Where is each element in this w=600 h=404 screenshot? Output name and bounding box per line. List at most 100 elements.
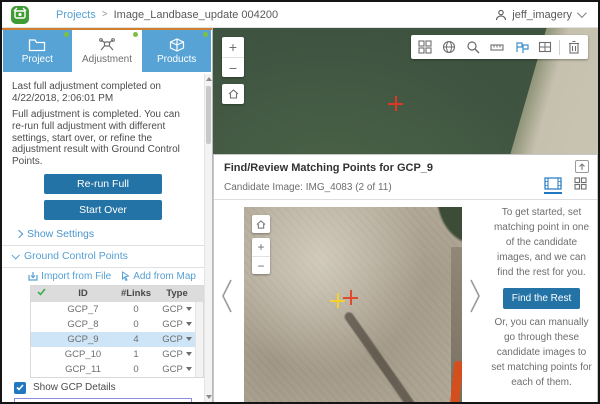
image-collection-icon[interactable]	[413, 35, 437, 59]
gcp-type: GCP	[162, 349, 183, 360]
show-settings-label: Show Settings	[27, 228, 94, 240]
table-row-selected[interactable]: GCP_9 4 GCP	[31, 332, 203, 347]
scrollbar-thumb[interactable]	[206, 86, 211, 144]
gcp-type: GCP	[162, 334, 183, 345]
ortho-maker-logo-icon	[10, 5, 30, 25]
candidate-image-viewer[interactable]: + −	[244, 207, 462, 402]
toolbar-separator	[559, 40, 560, 55]
table-row[interactable]: GCP_11 0 GCP	[31, 362, 203, 377]
gcp-id: GCP_11	[51, 364, 115, 375]
instruction-start-text: To get started, set matching point in on…	[490, 205, 593, 280]
find-the-rest-button[interactable]: Find the Rest	[503, 288, 580, 309]
table-row[interactable]: GCP_8 0 GCP	[31, 317, 203, 332]
matching-point-marker-red	[343, 290, 358, 305]
gcp-editor-icon[interactable]	[509, 35, 533, 59]
cube-icon	[169, 38, 185, 52]
page-title: Image_Landbase_update 004200	[114, 9, 279, 21]
gcp-type: GCP	[162, 319, 183, 330]
gcp-table: ID #Links Type GCP_7 0 GCP GCP_8 0 GCP	[30, 285, 204, 378]
viewer-zoom-out-button[interactable]: −	[252, 256, 270, 274]
left-panel: Project Adjustment Products Last full ad…	[2, 28, 213, 402]
breadcrumb-separator: >	[102, 9, 108, 20]
import-from-file-link[interactable]: Import from File	[28, 271, 111, 282]
delete-icon[interactable]	[562, 35, 586, 59]
gcp-id: GCP_7	[51, 304, 115, 315]
gcp-type: GCP	[162, 364, 183, 375]
adjustment-description: Full adjustment is completed. You can re…	[12, 109, 194, 168]
col-links[interactable]: #Links	[115, 288, 157, 299]
gcp-actions: Import from File Add from Map	[2, 271, 196, 282]
viewer-home-button[interactable]	[252, 215, 270, 233]
divider	[214, 199, 597, 200]
panel-tabs: Project Adjustment Products	[2, 28, 212, 72]
show-gcp-details-row: Show GCP Details	[14, 382, 204, 394]
breadcrumb-projects-link[interactable]: Projects	[56, 9, 96, 21]
active-view-indicator	[544, 192, 562, 194]
next-image-button[interactable]	[467, 275, 483, 322]
multi-view-grid-icon[interactable]	[533, 35, 557, 59]
type-dropdown-icon[interactable]	[186, 322, 192, 326]
col-type[interactable]: Type	[157, 288, 197, 299]
show-gcp-details-checkbox[interactable]	[14, 382, 26, 394]
home-icon	[256, 220, 266, 229]
matching-points-panel: Find/Review Matching Points for GCP_9 Ca…	[213, 154, 598, 402]
chevron-down-icon	[11, 251, 19, 259]
gcp-links-count: 0	[115, 304, 157, 315]
add-from-map-label: Add from Map	[133, 271, 196, 282]
tab-products[interactable]: Products	[142, 30, 211, 72]
map-canvas[interactable]: + − esri Find/Review Matching Points for…	[213, 28, 598, 402]
chevron-down-icon	[577, 8, 587, 18]
measure-icon[interactable]	[485, 35, 509, 59]
user-icon	[495, 9, 507, 21]
import-icon	[28, 271, 38, 281]
previous-image-button[interactable]	[219, 275, 235, 322]
import-from-file-label: Import from File	[41, 271, 111, 282]
status-dot	[64, 32, 69, 37]
table-row[interactable]: GCP_10 1 GCP	[31, 347, 203, 362]
user-menu[interactable]: jeff_imagery	[495, 9, 584, 21]
type-dropdown-icon[interactable]	[186, 352, 192, 356]
gcp-links-count: 0	[115, 319, 157, 330]
type-dropdown-icon[interactable]	[186, 367, 192, 371]
status-dot	[203, 32, 208, 37]
start-over-button[interactable]: Start Over	[44, 200, 162, 220]
breadcrumb: Projects > Image_Landbase_update 004200	[56, 9, 278, 21]
type-dropdown-icon[interactable]	[186, 337, 192, 341]
filmstrip-view-toggle[interactable]	[544, 177, 562, 194]
viewer-zoom-control: + −	[252, 238, 270, 274]
top-bar: Projects > Image_Landbase_update 004200 …	[2, 2, 598, 28]
tab-project[interactable]: Project	[3, 30, 72, 72]
grid-view-toggle[interactable]	[574, 177, 587, 190]
expand-panel-icon[interactable]	[575, 160, 589, 173]
tab-adjustment[interactable]: Adjustment	[73, 30, 142, 72]
zoom-in-button[interactable]: +	[222, 37, 244, 57]
divider	[2, 267, 204, 268]
status-dot	[133, 32, 138, 37]
table-scrollbar[interactable]	[195, 302, 203, 377]
check-icon	[16, 384, 24, 391]
map-home-button[interactable]	[222, 84, 244, 104]
scroll-up-icon[interactable]	[206, 77, 212, 81]
basemap-globe-icon[interactable]	[437, 35, 461, 59]
panel-scrollbar[interactable]	[204, 74, 212, 402]
show-settings-toggle[interactable]: Show Settings	[16, 228, 204, 240]
gcp-crosshair-marker	[388, 96, 403, 111]
chevron-right-icon	[15, 230, 23, 238]
type-dropdown-icon[interactable]	[186, 307, 192, 311]
scroll-down-icon[interactable]	[206, 395, 212, 399]
gcp-links-count: 4	[115, 334, 157, 345]
rerun-full-button[interactable]: Re-run Full	[44, 174, 162, 194]
user-name: jeff_imagery	[512, 9, 572, 21]
add-from-map-link[interactable]: Add from Map	[121, 271, 196, 282]
search-icon[interactable]	[461, 35, 485, 59]
gcp-photo-placeholder: Photo not available	[14, 398, 192, 402]
col-id[interactable]: ID	[51, 288, 115, 299]
gcp-table-header: ID #Links Type	[31, 286, 203, 302]
table-row[interactable]: GCP_7 0 GCP	[31, 302, 203, 317]
view-toggles	[544, 177, 587, 194]
zoom-out-button[interactable]: −	[222, 57, 244, 77]
instruction-manual-text: Or, you can manually go through these ca…	[490, 315, 593, 390]
gcp-section-toggle[interactable]: Ground Control Points	[12, 250, 204, 262]
filmstrip-icon	[544, 177, 562, 190]
viewer-zoom-in-button[interactable]: +	[252, 238, 270, 256]
